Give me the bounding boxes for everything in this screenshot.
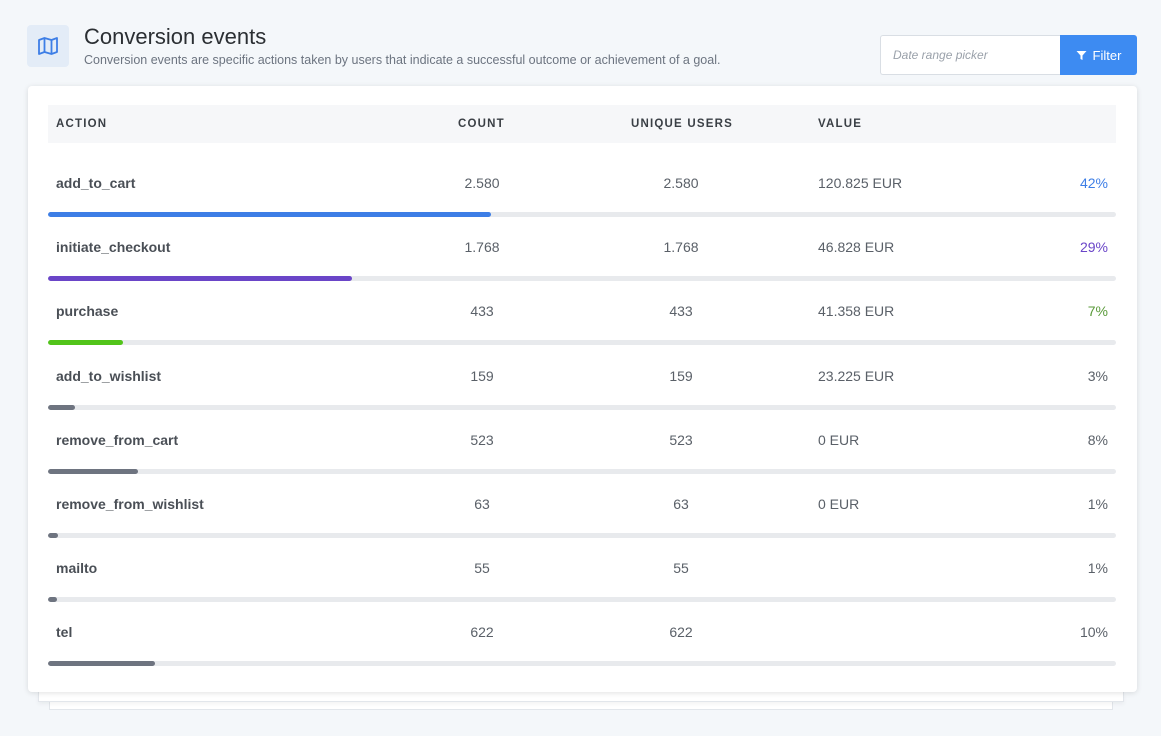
progress-track xyxy=(48,661,1116,667)
table-row[interactable]: add_to_wishlist 159 159 23.225 EUR 3% xyxy=(48,348,1116,412)
count-value-text: 55 xyxy=(474,560,490,577)
count-value-text: 523 xyxy=(470,431,494,448)
progress-fill xyxy=(48,661,155,667)
table-row[interactable]: initiate_checkout 1.768 1.768 46.828 EUR 29% xyxy=(48,219,1116,283)
action-name: purchase xyxy=(56,303,119,320)
event-value: 120.825 EUR xyxy=(818,175,903,191)
table-row[interactable]: tel 622 622 10% xyxy=(48,604,1116,668)
map-icon xyxy=(27,25,69,67)
unique-users-value-text: 159 xyxy=(669,367,693,384)
action-name: remove_from_cart xyxy=(56,431,179,448)
progress-fill xyxy=(48,340,123,346)
percent-value: 10% xyxy=(1079,624,1108,641)
column-header-count[interactable]: COUNT xyxy=(458,105,505,143)
unique-users-value-text: 433 xyxy=(669,303,693,320)
count-value-text: 63 xyxy=(474,496,490,512)
progress-fill xyxy=(48,597,57,603)
percent-value: 1% xyxy=(1087,560,1108,577)
count-value-text: 433 xyxy=(470,303,494,320)
unique-users-value-text: 2.580 xyxy=(663,175,699,191)
count-value-text: 622 xyxy=(470,624,494,641)
column-header-unique-users[interactable]: UNIQUE USERS xyxy=(631,105,733,143)
progress-track xyxy=(48,276,1116,282)
unique-users-value-text: 622 xyxy=(669,624,693,641)
conversion-events-card: ACTION COUNT UNIQUE USERS VALUE add_to_c… xyxy=(28,86,1137,692)
percent-value: 42% xyxy=(1079,175,1108,191)
table-row[interactable]: purchase 433 433 41.358 EUR 7% xyxy=(48,283,1116,347)
percent-value: 1% xyxy=(1087,496,1108,512)
unique-users-value-text: 63 xyxy=(673,496,689,512)
date-range-picker-input[interactable] xyxy=(880,35,1060,75)
progress-track xyxy=(48,340,1116,346)
page-subtitle: Conversion events are specific actions t… xyxy=(84,53,721,67)
column-header-action[interactable]: ACTION xyxy=(56,105,107,143)
unique-users-value-text: 523 xyxy=(669,431,693,448)
table-row[interactable]: remove_from_cart 523 523 0 EUR 8% xyxy=(48,412,1116,476)
progress-track xyxy=(48,212,1116,217)
percent-value: 8% xyxy=(1087,431,1108,448)
count-value-text: 2.580 xyxy=(464,175,500,191)
action-name: remove_from_wishlist xyxy=(56,496,204,512)
table-row[interactable]: remove_from_wishlist 63 63 0 EUR 1% xyxy=(48,476,1116,540)
count-value-text: 159 xyxy=(470,367,494,384)
card-stack-layer xyxy=(38,692,1124,702)
event-value: 0 EUR xyxy=(818,496,860,512)
progress-fill xyxy=(48,533,58,538)
column-header-value[interactable]: VALUE xyxy=(818,105,862,143)
percent-value: 7% xyxy=(1087,303,1108,320)
filter-button[interactable]: Filter xyxy=(1060,35,1137,75)
count-value-text: 1.768 xyxy=(464,239,500,256)
progress-fill xyxy=(48,468,138,474)
action-name: mailto xyxy=(56,560,98,577)
progress-fill xyxy=(48,276,353,282)
progress-fill xyxy=(48,404,75,410)
event-value: 46.828 EUR xyxy=(818,239,895,256)
table-row[interactable]: mailto 55 55 1% xyxy=(48,540,1116,604)
progress-track xyxy=(48,597,1116,603)
event-value: 41.358 EUR xyxy=(818,303,895,320)
percent-value: 29% xyxy=(1079,239,1108,256)
action-name: add_to_cart xyxy=(56,175,136,191)
progress-track xyxy=(48,533,1116,538)
progress-fill xyxy=(48,212,492,217)
progress-track xyxy=(48,404,1116,410)
event-value: 23.225 EUR xyxy=(818,367,895,384)
table-header: ACTION COUNT UNIQUE USERS VALUE xyxy=(48,105,1116,143)
page-title: Conversion events xyxy=(84,24,267,49)
action-name: tel xyxy=(56,624,73,641)
filter-button-label: Filter xyxy=(1092,47,1122,63)
progress-track xyxy=(48,468,1116,474)
percent-value: 3% xyxy=(1087,367,1108,384)
funnel-icon xyxy=(1076,50,1087,60)
event-value: 0 EUR xyxy=(818,431,860,448)
unique-users-value-text: 1.768 xyxy=(663,239,699,256)
action-name: add_to_wishlist xyxy=(56,367,162,384)
table-row[interactable]: add_to_cart 2.580 2.580 120.825 EUR 42% xyxy=(48,155,1116,219)
unique-users-value-text: 55 xyxy=(673,560,689,577)
action-name: initiate_checkout xyxy=(56,239,171,256)
